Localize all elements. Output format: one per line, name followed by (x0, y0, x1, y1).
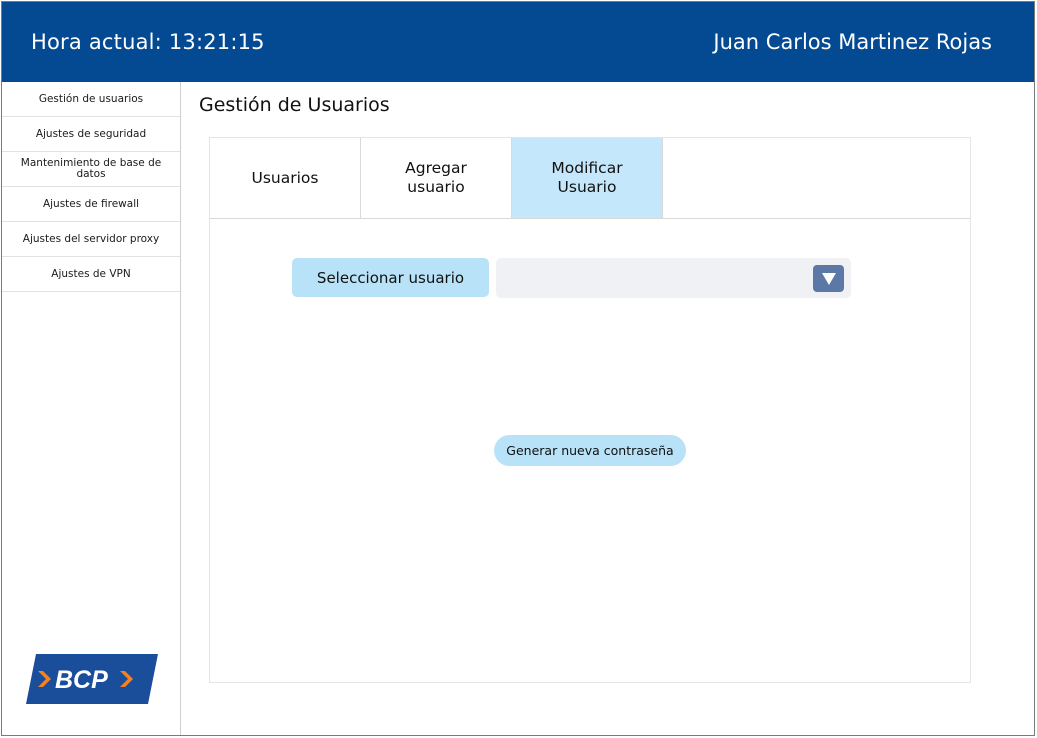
tab-bar: Usuarios Agregar usuario Modificar Usuar… (210, 138, 970, 219)
tab-label: Modificar Usuario (551, 159, 623, 196)
app-window: Hora actual: 13:21:15 Juan Carlos Martin… (1, 1, 1035, 736)
sidebar-item-database-maintenance[interactable]: Mantenimiento de base de datos (2, 152, 180, 187)
sidebar-item-label: Gestión de usuarios (38, 92, 144, 105)
sidebar-item-label: Ajustes de firewall (42, 197, 140, 210)
tab-users[interactable]: Usuarios (210, 138, 361, 218)
tab-label: Agregar usuario (405, 159, 467, 196)
sidebar-item-label: Ajustes de VPN (51, 267, 131, 280)
user-panel: Usuarios Agregar usuario Modificar Usuar… (209, 137, 971, 683)
generate-password-button[interactable]: Generar nueva contraseña (494, 435, 686, 466)
sidebar-item-label: Mantenimiento de base de datos (20, 157, 162, 180)
bcp-logo: BCP (24, 652, 160, 706)
select-user-label: Seleccionar usuario (292, 258, 489, 297)
sidebar-item-vpn-settings[interactable]: Ajustes de VPN (2, 257, 180, 292)
triangle-down-icon[interactable] (813, 265, 844, 292)
sidebar: Gestión de usuarios Ajustes de seguridad… (2, 82, 181, 735)
sidebar-item-label: Ajustes del servidor proxy (22, 232, 160, 245)
user-select-dropdown[interactable] (496, 258, 851, 298)
page-title: Gestión de Usuarios (199, 94, 390, 116)
tab-add-user[interactable]: Agregar usuario (361, 138, 512, 218)
tab-modify-user[interactable]: Modificar Usuario (512, 138, 663, 218)
svg-text:BCP: BCP (55, 666, 108, 694)
current-time: Hora actual: 13:21:15 (31, 30, 265, 54)
top-bar: Hora actual: 13:21:15 Juan Carlos Martin… (2, 2, 1034, 82)
sidebar-item-label: Ajustes de seguridad (35, 127, 147, 140)
user-name: Juan Carlos Martinez Rojas (713, 30, 992, 54)
sidebar-item-security-settings[interactable]: Ajustes de seguridad (2, 117, 180, 152)
sidebar-item-proxy-settings[interactable]: Ajustes del servidor proxy (2, 222, 180, 257)
sidebar-item-user-management[interactable]: Gestión de usuarios (2, 82, 180, 117)
main-content: Gestión de Usuarios Usuarios Agregar usu… (182, 82, 1034, 735)
sidebar-item-firewall-settings[interactable]: Ajustes de firewall (2, 187, 180, 222)
